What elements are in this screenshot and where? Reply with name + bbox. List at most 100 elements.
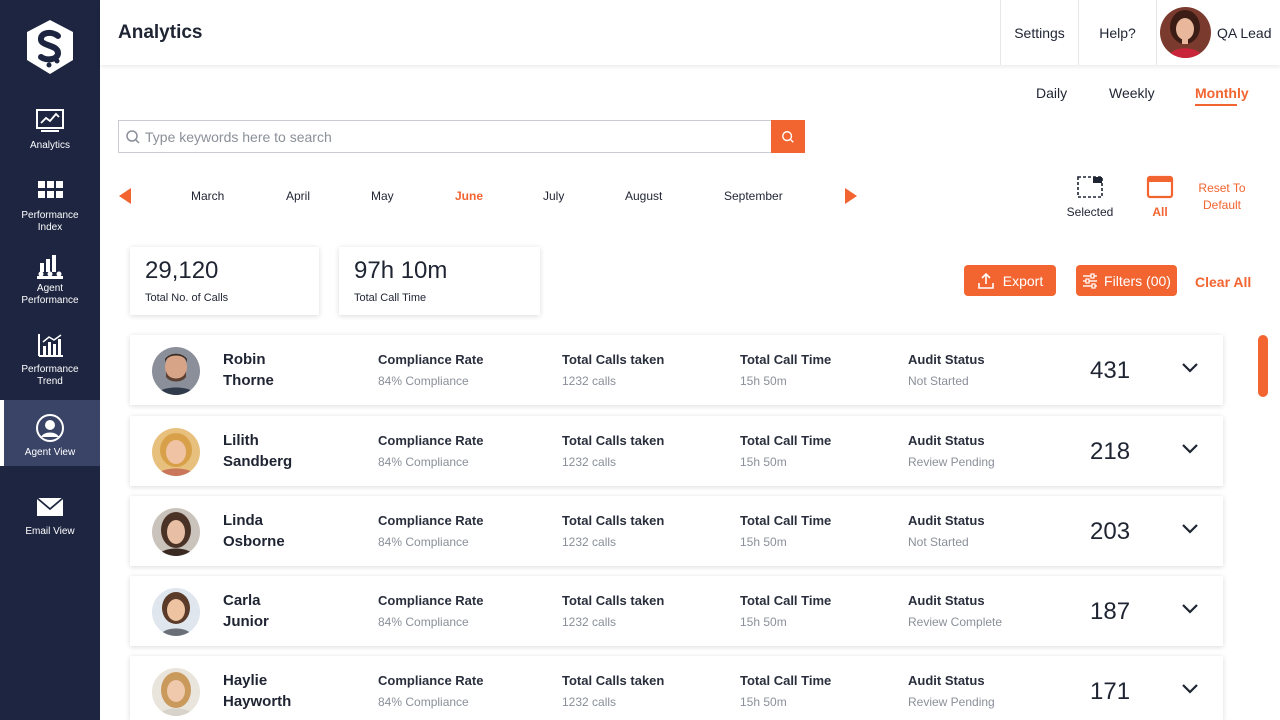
audit-status-metric: Audit Status Review Complete	[908, 593, 1003, 629]
month-july[interactable]: July	[543, 189, 564, 203]
user-name: QA Lead	[1217, 24, 1272, 41]
next-month-arrow-icon[interactable]	[845, 188, 857, 204]
agent-avatar	[152, 668, 200, 716]
selection-dashed-icon	[1077, 176, 1103, 198]
total-calls-value: 29,120	[145, 257, 219, 284]
chevron-down-icon[interactable]	[1181, 683, 1199, 695]
sidebar: Analytics Performance Index Agent Perfor…	[0, 0, 100, 720]
agent-row[interactable]: Haylie Hayworth Compliance Rate 84% Compli…	[130, 656, 1223, 720]
agent-avatar	[152, 508, 200, 556]
sidebar-item-analytics[interactable]: Analytics	[0, 108, 100, 152]
page-title: Analytics	[118, 22, 203, 43]
chevron-down-icon[interactable]	[1181, 603, 1199, 615]
sidebar-item-agent-performance[interactable]: Agent Performance	[0, 251, 100, 307]
total-calls-label: Total No. of Calls	[145, 292, 229, 304]
month-march[interactable]: March	[191, 189, 224, 203]
top-header: Analytics Settings Help? QA Lead	[100, 0, 1280, 65]
sidebar-item-label: Agent Performance	[21, 283, 79, 306]
agent-score: 171	[1090, 678, 1131, 705]
agent-row[interactable]: Carla Junior Compliance Rate 84% Complianc…	[130, 576, 1223, 646]
audit-status-metric: Audit Status Not Started	[908, 352, 985, 388]
agent-name: Carla Junior	[223, 592, 269, 630]
total-call-time-value: 97h 10m	[354, 257, 448, 284]
upload-icon	[977, 272, 994, 289]
all-toggle[interactable]: All	[1140, 175, 1180, 219]
total-call-time-label: Total Call Time	[354, 292, 427, 304]
sidebar-item-label: Email View	[25, 526, 75, 537]
sidebar-item-performance-index[interactable]: Performance Index	[0, 178, 100, 234]
total-calls-card: 29,120 Total No. of Calls	[130, 247, 319, 315]
calls-metric: Total Calls taken 1232 calls	[562, 593, 665, 629]
month-april[interactable]: April	[286, 189, 310, 203]
app-logo[interactable]	[24, 18, 76, 76]
agent-avatar	[152, 347, 200, 395]
agent-name: Haylie Hayworth	[223, 672, 292, 710]
agent-name: Robin Thorne	[223, 351, 274, 389]
selected-toggle[interactable]: Selected	[1063, 175, 1117, 219]
user-avatar	[1160, 7, 1211, 58]
list-scrollbar[interactable]	[1258, 335, 1268, 397]
agent-score: 218	[1090, 438, 1131, 465]
sidebar-item-label: Performance Trend	[21, 364, 79, 387]
total-call-time-card: 97h 10m Total Call Time	[339, 247, 540, 315]
month-september[interactable]: September	[724, 189, 783, 203]
compliance-metric: Compliance Rate 84% Compliance	[378, 593, 484, 629]
call-time-metric: Total Call Time 15h 50m	[740, 673, 832, 709]
sidebar-item-label: Performance Index	[21, 210, 79, 233]
audit-status-metric: Audit Status Review Pending	[908, 433, 995, 469]
sidebar-item-agent-view[interactable]: Agent View	[0, 400, 100, 466]
month-june[interactable]: June	[455, 189, 483, 203]
compliance-metric: Compliance Rate 84% Compliance	[378, 513, 484, 549]
prev-month-arrow-icon[interactable]	[119, 188, 131, 204]
sidebar-item-email-view[interactable]: Email View	[0, 494, 100, 538]
export-label: Export	[1002, 272, 1044, 289]
tab-monthly[interactable]: Monthly	[1195, 85, 1249, 106]
trend-chart-icon	[38, 334, 63, 357]
chevron-down-icon[interactable]	[1181, 523, 1199, 535]
agents-chart-icon	[37, 255, 63, 279]
audit-status-metric: Audit Status Not Started	[908, 513, 985, 549]
agent-name: Lilith Sandberg	[223, 432, 293, 470]
filters-button[interactable]: Filters (00)	[1076, 265, 1177, 296]
window-icon	[1146, 175, 1174, 199]
sidebar-item-label: Agent View	[24, 447, 76, 458]
agent-row[interactable]: Robin Thorne Compliance Rate 84% Complianc…	[130, 335, 1223, 405]
user-circle-icon	[36, 414, 64, 442]
call-time-metric: Total Call Time 15h 50m	[740, 513, 832, 549]
call-time-metric: Total Call Time 15h 50m	[740, 352, 832, 388]
search-bar	[118, 120, 805, 153]
agent-score: 431	[1090, 357, 1131, 384]
compliance-metric: Compliance Rate 84% Compliance	[378, 352, 484, 388]
user-menu[interactable]: QA Lead	[1156, 0, 1280, 65]
settings-button[interactable]: Settings	[1000, 0, 1078, 65]
call-time-metric: Total Call Time 15h 50m	[740, 593, 832, 629]
tab-weekly[interactable]: Weekly	[1109, 85, 1155, 101]
clear-all-link[interactable]: Clear All	[1195, 274, 1251, 290]
calls-metric: Total Calls taken 1232 calls	[562, 433, 665, 469]
sidebar-item-label: Analytics	[29, 140, 70, 151]
chevron-down-icon[interactable]	[1181, 443, 1199, 455]
help-button[interactable]: Help?	[1078, 0, 1156, 65]
month-august[interactable]: August	[625, 189, 662, 203]
grid-icon	[38, 181, 63, 198]
sidebar-item-performance-trend[interactable]: Performance Trend	[0, 332, 100, 388]
selected-label: Selected	[1066, 205, 1114, 219]
search-button[interactable]	[771, 120, 805, 153]
export-button[interactable]: Export	[964, 265, 1056, 296]
all-label: All	[1152, 205, 1168, 219]
agent-score: 203	[1090, 518, 1131, 545]
month-may[interactable]: May	[371, 189, 394, 203]
agent-avatar	[152, 428, 200, 476]
calls-metric: Total Calls taken 1232 calls	[562, 673, 665, 709]
agent-score: 187	[1090, 598, 1131, 625]
sliders-icon	[1083, 272, 1098, 289]
reset-to-default-link[interactable]: Reset To Default	[1192, 180, 1252, 214]
chevron-down-icon[interactable]	[1181, 362, 1199, 374]
tab-daily[interactable]: Daily	[1036, 85, 1067, 101]
calls-metric: Total Calls taken 1232 calls	[562, 352, 665, 388]
search-input[interactable]	[145, 121, 765, 152]
agent-row[interactable]: Lilith Sandberg Compliance Rate 84% Compli…	[130, 416, 1223, 486]
monitor-chart-icon	[36, 109, 64, 132]
audit-status-metric: Audit Status Review Pending	[908, 673, 995, 709]
agent-row[interactable]: Linda Osborne Compliance Rate 84% Complian…	[130, 496, 1223, 566]
